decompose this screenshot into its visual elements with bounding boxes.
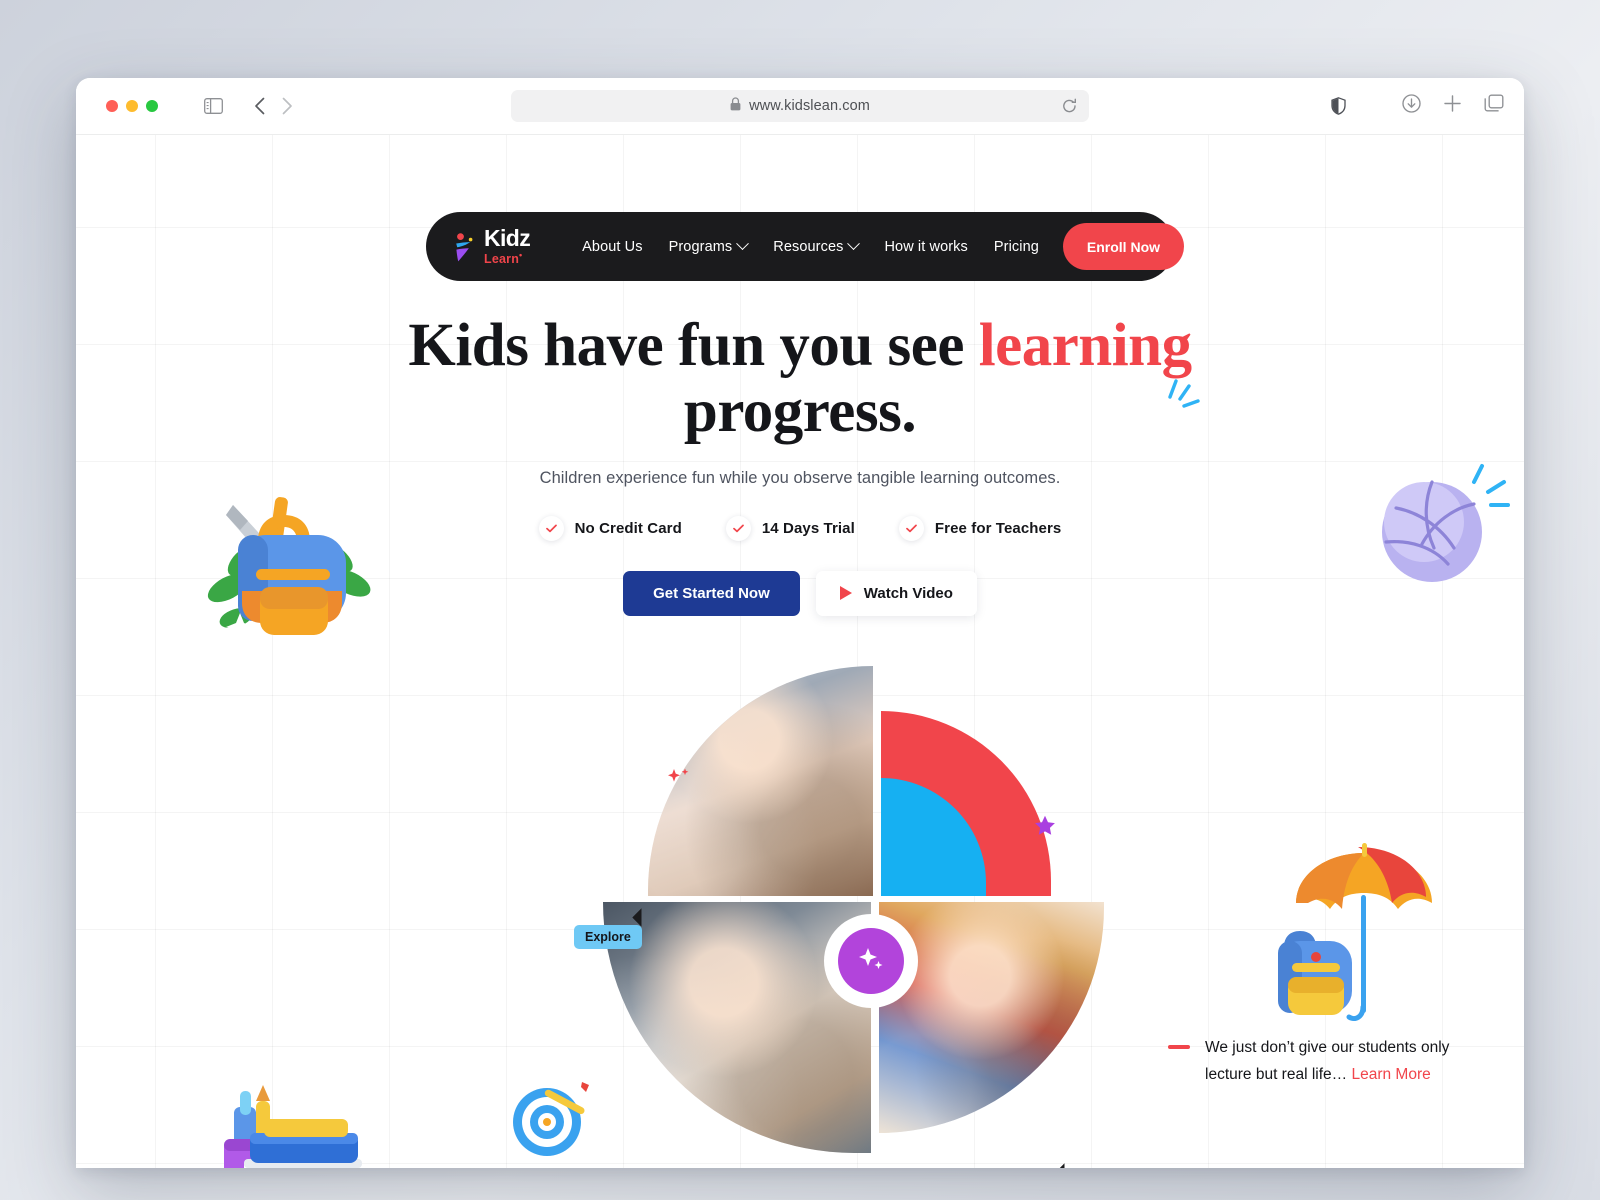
hero-title-part-1: Kids have fun you see [408, 312, 979, 379]
learn-more-link[interactable]: Learn More [1351, 1066, 1430, 1083]
feature-item: Free for Teachers [898, 515, 1062, 541]
back-icon[interactable] [254, 97, 265, 115]
collage-shape-inner-blue [881, 778, 986, 896]
site-logo[interactable]: Kidz Learn• [454, 225, 531, 267]
nav-label: Resources [773, 238, 844, 255]
shield-icon[interactable] [1331, 97, 1346, 115]
feature-label: 14 Days Trial [761, 519, 855, 537]
feature-label: Free for Teachers [934, 519, 1062, 537]
hero-feature-list: No Credit Card 14 Days Trial Free for Te… [76, 515, 1524, 541]
play-icon [839, 586, 852, 601]
close-window-button[interactable] [106, 100, 118, 112]
logo-secondary-text: Learn• [484, 250, 523, 267]
feature-label: No Credit Card [574, 519, 682, 537]
navigation-arrows [254, 97, 293, 115]
hero-cta-row: Get Started Now Watch Video [76, 570, 1524, 616]
nav-label: About Us [582, 238, 643, 255]
page-title: Kids have fun you see learning progress. [408, 312, 1200, 446]
forward-icon[interactable] [282, 97, 293, 115]
collage-photo-bottom-right [879, 902, 1104, 1133]
sidebar-icon[interactable] [204, 98, 223, 114]
target-illustration [503, 1070, 598, 1165]
sparkle-blue-icon [1156, 365, 1202, 408]
sparkle-icon [856, 944, 886, 979]
nav-label: Pricing [993, 238, 1039, 255]
nav-item-programs[interactable]: Programs [668, 237, 750, 255]
image-collage: Explore Discover Interact [574, 666, 1105, 1168]
enroll-now-button[interactable]: Enroll Now [1062, 223, 1185, 270]
nav-links: About Us Programs Resources How it works… [582, 237, 1039, 255]
watch-video-button[interactable]: Watch Video [815, 570, 977, 616]
collage-shape-top-right [881, 711, 1051, 896]
traffic-lights [106, 100, 158, 112]
star-purple-icon [1034, 815, 1056, 837]
nav-label: Programs [668, 238, 733, 255]
check-icon [538, 515, 564, 541]
note-line-1: We just don’t give our students only [1205, 1039, 1450, 1056]
get-started-button[interactable]: Get Started Now [623, 570, 800, 616]
logo-wordmark: Kidz Learn• [484, 225, 531, 267]
lock-icon [730, 96, 741, 116]
reload-icon[interactable] [1062, 98, 1077, 114]
new-tab-icon[interactable] [1443, 94, 1462, 118]
site-navbar: Kidz Learn• About Us Programs Resources … [426, 212, 1185, 281]
download-icon[interactable] [1402, 94, 1421, 118]
maximize-window-button[interactable] [146, 100, 158, 112]
check-icon [898, 515, 924, 541]
testimonial-note: We just don’t give our students only lec… [1168, 1035, 1458, 1088]
sparkle-red-icon [666, 766, 692, 792]
page-viewport: Kidz Learn• About Us Programs Resources … [76, 135, 1524, 1168]
chrome-right-controls [1402, 94, 1504, 118]
address-bar[interactable]: www.kidslean.com [511, 90, 1089, 122]
chevron-down-icon [847, 237, 861, 251]
umbrella-backpack-illustration [1266, 835, 1461, 1030]
cursor-icon [1055, 1163, 1074, 1168]
note-text: We just don’t give our students only lec… [1205, 1035, 1458, 1088]
collage-center-badge[interactable] [838, 928, 904, 994]
check-icon [725, 515, 751, 541]
chevron-down-icon [736, 237, 750, 251]
watch-video-label: Watch Video [863, 584, 953, 602]
feature-item: No Credit Card [538, 515, 682, 541]
hero-title-part-2: progress. [683, 378, 917, 446]
hero-subtitle: Children experience fun while you observ… [539, 468, 1061, 487]
note-dash-icon [1168, 1045, 1190, 1049]
note-line-2: lecture but real life… [1205, 1065, 1352, 1083]
nav-item-resources[interactable]: Resources [773, 237, 861, 255]
nav-item-how-it-works[interactable]: How it works [884, 239, 967, 255]
logo-primary-text: Kidz [484, 225, 531, 252]
collage-photo-bottom-left [603, 902, 871, 1153]
feature-item: 14 Days Trial [725, 515, 855, 541]
nav-item-pricing[interactable]: Pricing [994, 239, 1039, 255]
collage-pill-explore[interactable]: Explore [574, 925, 642, 949]
browser-window: www.kidslean.com Kidz Learn• About Us Pr… [76, 78, 1524, 1168]
minimize-window-button[interactable] [126, 100, 138, 112]
kidz-logo-mark-icon [454, 232, 475, 262]
nav-item-about-us[interactable]: About Us [582, 239, 642, 255]
nav-label: How it works [884, 238, 968, 255]
url-text: www.kidslean.com [749, 98, 870, 114]
tab-overview-icon[interactable] [1484, 94, 1504, 118]
browser-toolbar: www.kidslean.com [76, 78, 1524, 135]
books-illustration [206, 1053, 381, 1168]
hero-section: Kids have fun you see learning progress.… [76, 312, 1524, 616]
